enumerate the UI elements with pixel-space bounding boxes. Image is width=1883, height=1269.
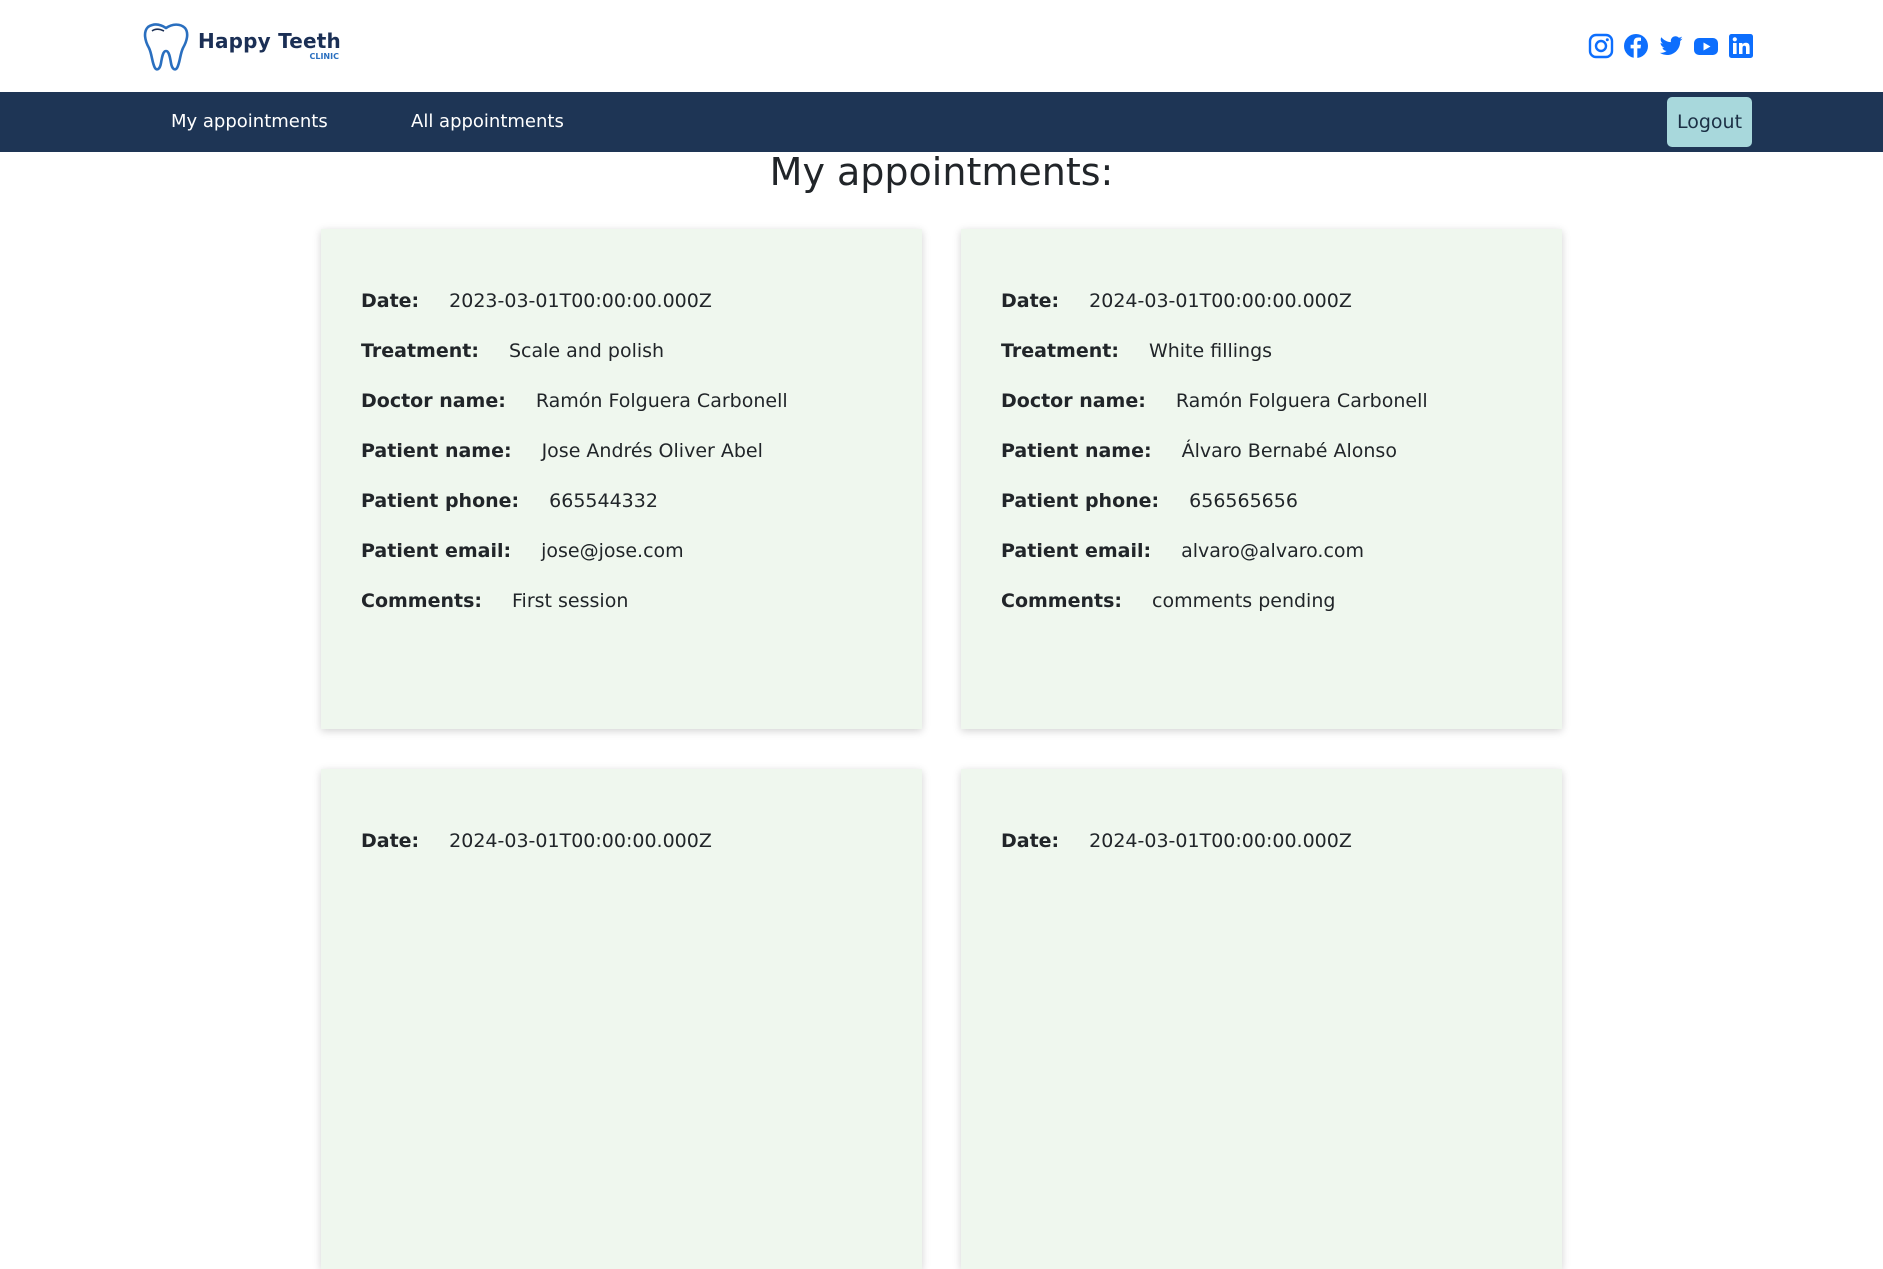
email-label: Patient email: (361, 540, 512, 562)
appointment-card: Date: 2024-03-01T00:00:00.000Z Treatment:… (961, 229, 1562, 729)
nav-my-appointments[interactable]: My appointments (171, 92, 328, 152)
date-label: Date: (1001, 830, 1060, 852)
appointment-card: Date: 2023-03-01T00:00:00.000Z Treatment:… (321, 229, 922, 729)
logo-subtitle: CLINIC (309, 52, 339, 61)
comments-row: Comments: First session (361, 591, 922, 641)
logout-button[interactable]: Logout (1667, 97, 1752, 147)
comments-value: First session (512, 590, 629, 612)
phone-row: Patient phone: 665544332 (361, 491, 922, 541)
date-label: Date: (361, 830, 420, 852)
phone-label: Patient phone: (1001, 490, 1160, 512)
date-row: Date: 2024-03-01T00:00:00.000Z (1001, 831, 1562, 881)
appointment-card: Date: 2024-03-01T00:00:00.000Z (961, 769, 1562, 1269)
appointment-card: Date: 2024-03-01T00:00:00.000Z (321, 769, 922, 1269)
email-row: Patient email: alvaro@alvaro.com (1001, 541, 1562, 591)
treatment-row: Treatment: Scale and polish (361, 341, 922, 391)
phone-value: 665544332 (549, 490, 658, 512)
date-value: 2024-03-01T00:00:00.000Z (449, 830, 712, 852)
doctor-label: Doctor name: (361, 390, 506, 412)
clinic-logo[interactable]: Happy Teeth CLINIC (142, 20, 341, 72)
social-links (1588, 33, 1754, 59)
main-navbar: My appointments All appointments Logout (0, 92, 1883, 152)
doctor-label: Doctor name: (1001, 390, 1146, 412)
phone-label: Patient phone: (361, 490, 520, 512)
doctor-row: Doctor name: Ramón Folguera Carbonell (1001, 391, 1562, 441)
linkedin-icon[interactable] (1728, 33, 1754, 59)
date-value: 2024-03-01T00:00:00.000Z (1089, 290, 1352, 312)
date-label: Date: (361, 290, 420, 312)
comments-value: comments pending (1152, 590, 1336, 612)
date-row: Date: 2024-03-01T00:00:00.000Z (361, 831, 922, 881)
email-value: jose@jose.com (541, 540, 684, 562)
date-value: 2024-03-01T00:00:00.000Z (1089, 830, 1352, 852)
comments-label: Comments: (361, 590, 482, 612)
treatment-label: Treatment: (1001, 340, 1119, 362)
page-title: My appointments: (769, 150, 1114, 194)
comments-label: Comments: (1001, 590, 1122, 612)
doctor-value: Ramón Folguera Carbonell (1175, 390, 1428, 412)
doctor-row: Doctor name: Ramón Folguera Carbonell (361, 391, 922, 441)
facebook-icon[interactable] (1623, 33, 1649, 59)
patient-label: Patient name: (361, 440, 512, 462)
twitter-icon[interactable] (1658, 33, 1684, 59)
treatment-row: Treatment: White fillings (1001, 341, 1562, 391)
date-row: Date: 2023-03-01T00:00:00.000Z (361, 291, 922, 341)
comments-row: Comments: comments pending (1001, 591, 1562, 641)
patient-value: Jose Andrés Oliver Abel (541, 440, 763, 462)
tooth-logo-icon (143, 23, 189, 71)
instagram-icon[interactable] (1588, 33, 1614, 59)
treatment-label: Treatment: (361, 340, 479, 362)
treatment-value: White fillings (1148, 340, 1273, 362)
nav-all-appointments[interactable]: All appointments (411, 92, 564, 152)
patient-row: Patient name: Álvaro Bernabé Alonso (1001, 441, 1562, 491)
patient-value: Álvaro Bernabé Alonso (1181, 440, 1397, 462)
treatment-value: Scale and polish (508, 340, 665, 362)
top-header: Happy Teeth CLINIC (0, 0, 1883, 92)
email-row: Patient email: jose@jose.com (361, 541, 922, 591)
patient-row: Patient name: Jose Andrés Oliver Abel (361, 441, 922, 491)
youtube-icon[interactable] (1693, 33, 1719, 59)
patient-label: Patient name: (1001, 440, 1152, 462)
date-label: Date: (1001, 290, 1060, 312)
date-value: 2023-03-01T00:00:00.000Z (449, 290, 712, 312)
phone-row: Patient phone: 656565656 (1001, 491, 1562, 541)
logo-name: Happy Teeth (198, 29, 341, 53)
doctor-value: Ramón Folguera Carbonell (535, 390, 788, 412)
phone-value: 656565656 (1189, 490, 1298, 512)
date-row: Date: 2024-03-01T00:00:00.000Z (1001, 291, 1562, 341)
email-label: Patient email: (1001, 540, 1152, 562)
email-value: alvaro@alvaro.com (1181, 540, 1365, 562)
